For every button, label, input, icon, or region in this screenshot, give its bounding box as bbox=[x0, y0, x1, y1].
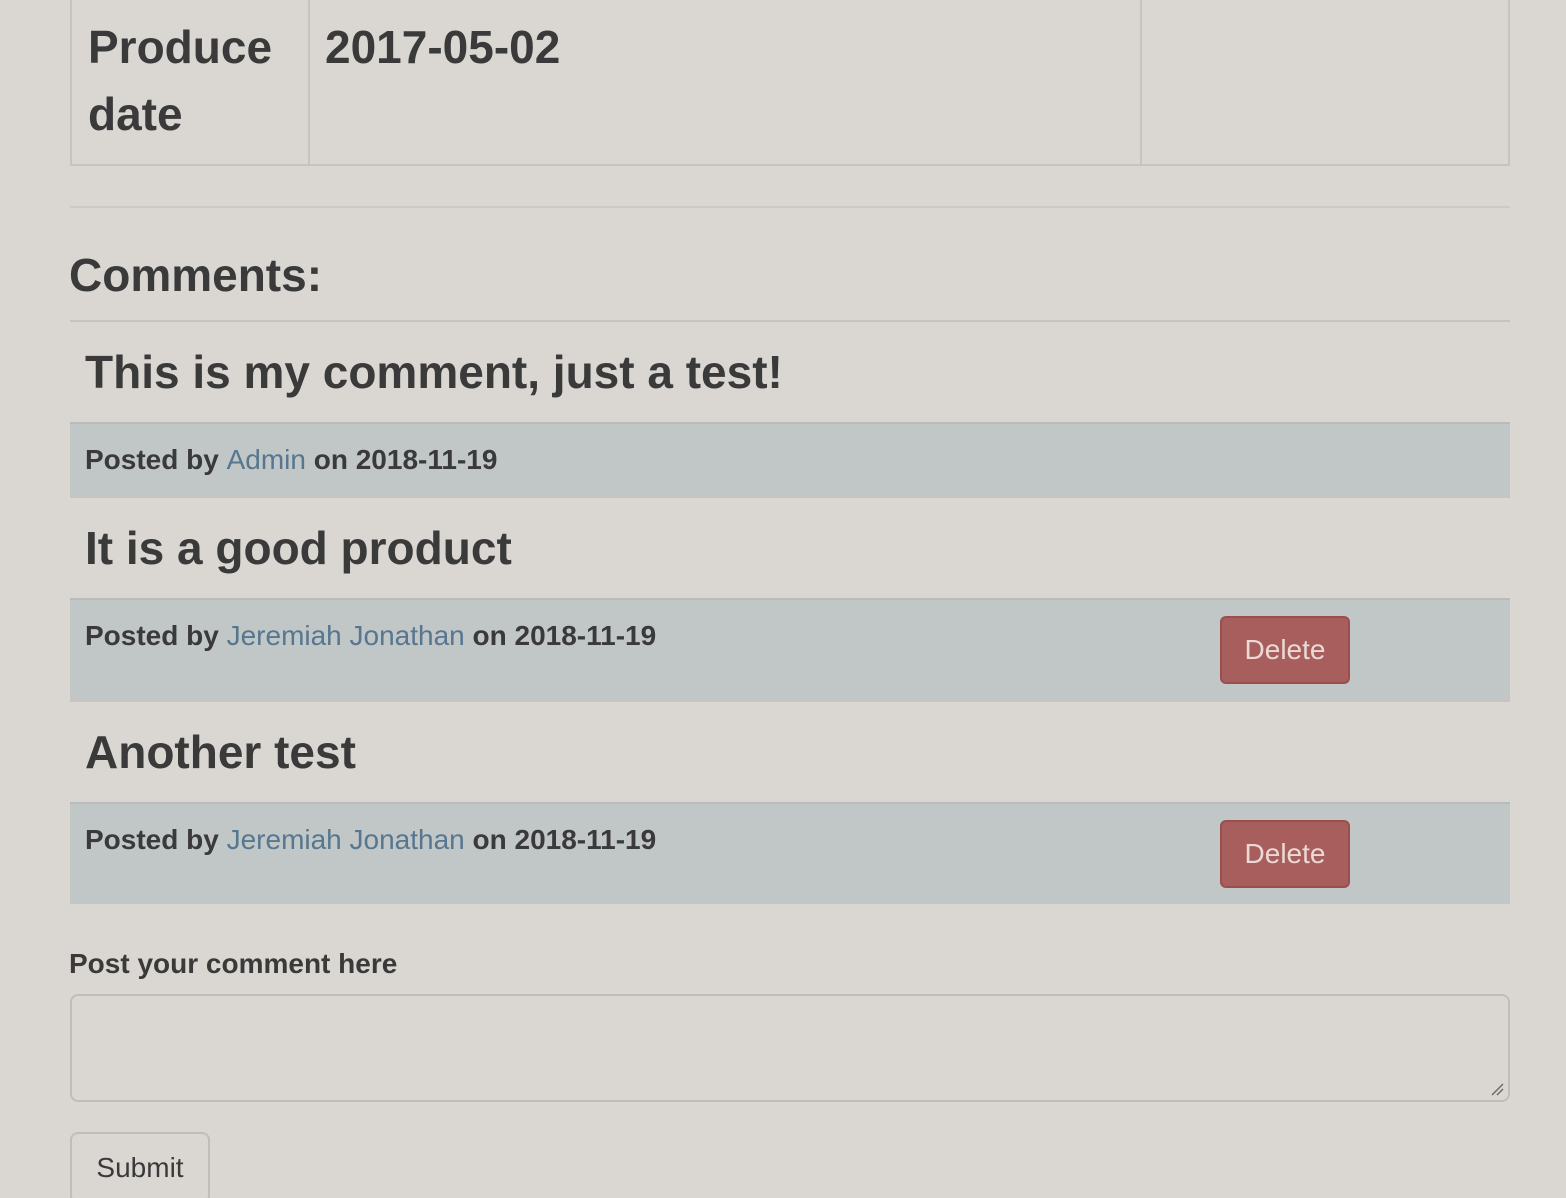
comment-text: This is my comment, just a test! bbox=[85, 346, 783, 398]
post-comment-label: Post your comment here bbox=[69, 948, 398, 979]
detail-value-cell: 2017-05-02 bbox=[308, 0, 1142, 166]
detail-extra-cell bbox=[1140, 0, 1510, 166]
posted-on-label: on bbox=[305, 444, 356, 475]
comment-item: This is my comment, just a test! Posted … bbox=[70, 322, 1510, 498]
comment-date: 2018-11-19 bbox=[355, 444, 498, 475]
comment-footer: Posted by Jeremiah Jonathan on 2018-11-1… bbox=[70, 598, 1510, 702]
divider bbox=[70, 206, 1510, 208]
comments-list: This is my comment, just a test! Posted … bbox=[70, 320, 1510, 904]
posted-on-label: on bbox=[464, 824, 515, 855]
posted-by-label: Posted by bbox=[85, 824, 227, 855]
page: Produce date 2017-05-02 Comments: This i… bbox=[0, 0, 1566, 1198]
posted-on-label: on bbox=[464, 620, 515, 651]
comment-item: Another test Posted by Jeremiah Jonathan… bbox=[70, 702, 1510, 904]
comments-heading: Comments: bbox=[69, 249, 323, 301]
detail-label: Produce date bbox=[88, 21, 273, 140]
comment-author-link[interactable]: Admin bbox=[227, 444, 306, 475]
comment-item: It is a good product Posted by Jeremiah … bbox=[70, 498, 1510, 702]
comment-text: Another test bbox=[85, 726, 356, 778]
comment-footer: Posted by Admin on 2018-11-19 bbox=[70, 422, 1510, 498]
product-details-table: Produce date 2017-05-02 bbox=[70, 0, 1510, 166]
comment-footer: Posted by Jeremiah Jonathan on 2018-11-1… bbox=[70, 802, 1510, 904]
submit-button[interactable]: Submit bbox=[70, 1132, 210, 1198]
comment-author-link[interactable]: Jeremiah Jonathan bbox=[227, 824, 465, 855]
detail-value: 2017-05-02 bbox=[325, 21, 561, 73]
table-row: Produce date 2017-05-02 bbox=[70, 0, 1510, 166]
posted-by-label: Posted by bbox=[85, 444, 227, 475]
comment-date: 2018-11-19 bbox=[514, 824, 657, 855]
delete-comment-button[interactable]: Delete bbox=[1220, 616, 1350, 684]
comment-date: 2018-11-19 bbox=[514, 620, 657, 651]
posted-by-label: Posted by bbox=[85, 620, 227, 651]
delete-comment-button[interactable]: Delete bbox=[1220, 820, 1350, 888]
detail-extra bbox=[1142, 0, 1508, 14]
comment-textarea[interactable] bbox=[70, 994, 1510, 1102]
comment-author-link[interactable]: Jeremiah Jonathan bbox=[227, 620, 465, 651]
resize-grip-icon[interactable] bbox=[1490, 1082, 1504, 1096]
comment-text: It is a good product bbox=[85, 522, 512, 574]
detail-label-cell: Produce date bbox=[70, 0, 310, 166]
